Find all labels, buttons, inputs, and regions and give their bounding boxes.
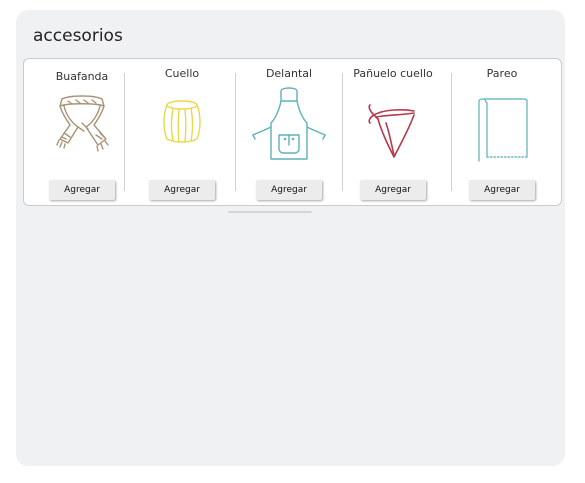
add-pareo-button[interactable]: Agregar	[469, 180, 535, 200]
sarong-icon	[475, 97, 529, 167]
item-divider	[235, 73, 236, 191]
accessory-item-delantal: Delantal Agregar	[238, 59, 340, 205]
accessory-name: Delantal	[265, 67, 313, 80]
add-delantal-button[interactable]: Agregar	[256, 180, 322, 200]
neck-gaiter-icon	[161, 99, 203, 147]
add-cuello-button[interactable]: Agregar	[149, 180, 215, 200]
add-buafanda-button[interactable]: Agregar	[49, 180, 115, 200]
accessory-item-pareo: Pareo Agregar	[452, 59, 552, 205]
add-panuelo-cuello-button[interactable]: Agregar	[360, 180, 426, 200]
panel-title: accesorios	[33, 26, 123, 46]
item-divider	[124, 73, 125, 191]
neckerchief-icon	[366, 103, 420, 163]
horizontal-scrollbar[interactable]	[228, 211, 312, 213]
accessory-name: Pañuelo cuello	[353, 67, 433, 80]
accessory-name: Pareo	[486, 67, 518, 80]
accessory-item-cuello: Cuello Agregar	[132, 59, 232, 205]
apron-icon	[251, 87, 327, 165]
accessory-item-panuelo-cuello: Pañuelo cuello Agregar	[343, 59, 443, 205]
accessory-item-buafanda: Buafanda Agregar	[32, 59, 132, 205]
accessories-panel: accesorios Buafanda Agregar Cuello Agreg…	[16, 10, 565, 466]
accessory-name: Cuello	[164, 67, 200, 80]
scarf-icon	[54, 93, 110, 157]
accessories-strip: Buafanda Agregar Cuello Agregar Delantal…	[23, 58, 562, 206]
accessory-name: Buafanda	[55, 70, 109, 83]
